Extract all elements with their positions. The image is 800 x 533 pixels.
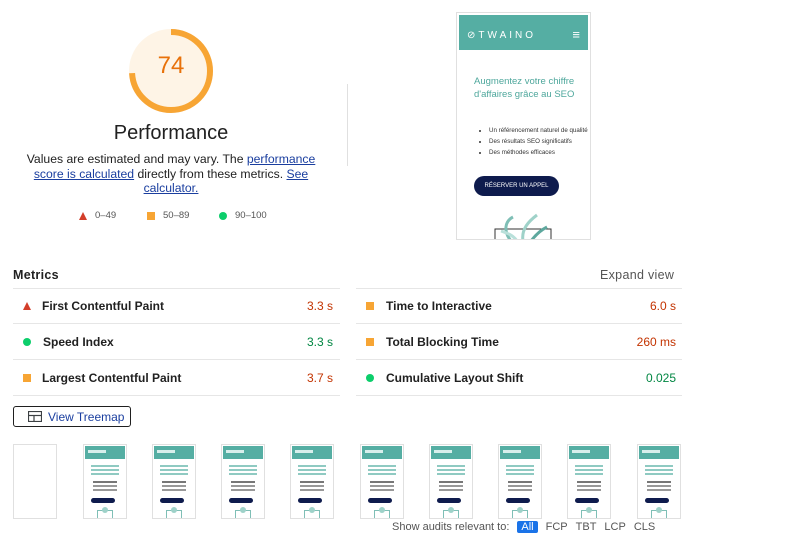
circle-icon: [366, 374, 374, 382]
metric-cumulative-layout-shift: Cumulative Layout Shift 0.025: [366, 368, 676, 388]
screenshot-header: ⊘TWAINO ≡: [459, 15, 588, 50]
hamburger-menu-icon: ≡: [572, 27, 580, 42]
filter-cls[interactable]: CLS: [634, 521, 655, 533]
score-description: Values are estimated and may vary. The p…: [26, 152, 316, 195]
circle-icon: [219, 211, 227, 220]
plant-illustration-icon: [494, 213, 552, 239]
screenshot-cta-button: RÉSERVER UN APPEL: [474, 176, 559, 196]
audit-filter: Show audits relevant to: All FCP TBT LCP…: [392, 521, 656, 533]
list-item: Des résultats SEO significatifs: [489, 136, 589, 147]
leaf-icon: ⊘: [467, 30, 479, 41]
screenshot-headline: Augmentez votre chiffre d'affaires grâce…: [474, 76, 575, 100]
divider: [356, 359, 682, 360]
filmstrip-frame: [567, 444, 611, 519]
view-treemap-button[interactable]: View Treemap: [13, 406, 131, 427]
final-screenshot: ⊘TWAINO ≡ Augmentez votre chiffre d'affa…: [456, 12, 591, 240]
metrics-heading: Metrics: [13, 268, 59, 282]
legend-average: 50–89: [147, 210, 189, 221]
filmstrip-frame: [221, 444, 265, 519]
divider: [356, 323, 682, 324]
filmstrip-frame: [83, 444, 127, 519]
metric-speed-index: Speed Index 3.3 s: [23, 332, 333, 352]
treemap-icon: [28, 411, 42, 422]
legend-fail: 0–49: [79, 210, 116, 221]
twaino-logo: ⊘TWAINO: [467, 30, 537, 41]
expand-view-toggle[interactable]: Expand view: [600, 268, 674, 282]
filmstrip-frame: [498, 444, 542, 519]
divider: [13, 359, 340, 360]
filter-tbt[interactable]: TBT: [576, 521, 597, 533]
metric-total-blocking-time: Total Blocking Time 260 ms: [366, 332, 676, 352]
divider: [13, 395, 340, 396]
triangle-icon: [79, 211, 87, 220]
category-title: Performance: [113, 122, 229, 144]
score-value: 74: [157, 52, 185, 79]
metric-largest-contentful-paint: Largest Contentful Paint 3.7 s: [23, 368, 333, 388]
square-icon: [366, 338, 374, 346]
filmstrip-frame: [429, 444, 473, 519]
square-icon: [147, 211, 155, 220]
legend-pass: 90–100: [219, 210, 267, 221]
filmstrip-frame: [290, 444, 334, 519]
metric-time-to-interactive: Time to Interactive 6.0 s: [366, 296, 676, 316]
divider: [13, 288, 340, 289]
divider: [13, 323, 340, 324]
filmstrip-frame-blank: [13, 444, 57, 519]
filmstrip-frame: [637, 444, 681, 519]
divider: [356, 395, 682, 396]
filter-all[interactable]: All: [517, 521, 538, 533]
divider: [347, 84, 348, 166]
filter-fcp[interactable]: FCP: [546, 521, 568, 533]
metric-first-contentful-paint: First Contentful Paint 3.3 s: [23, 296, 333, 316]
circle-icon: [23, 338, 31, 346]
square-icon: [366, 302, 374, 310]
divider: [356, 288, 682, 289]
screenshot-bullets: Un référencement naturel de qualité Des …: [477, 125, 589, 158]
triangle-icon: [23, 302, 31, 310]
filmstrip-frame: [360, 444, 404, 519]
list-item: Un référencement naturel de qualité: [489, 125, 589, 136]
list-item: Des méthodes efficaces: [489, 147, 589, 158]
filter-lcp[interactable]: LCP: [604, 521, 625, 533]
square-icon: [23, 374, 31, 382]
filmstrip-frame: [152, 444, 196, 519]
